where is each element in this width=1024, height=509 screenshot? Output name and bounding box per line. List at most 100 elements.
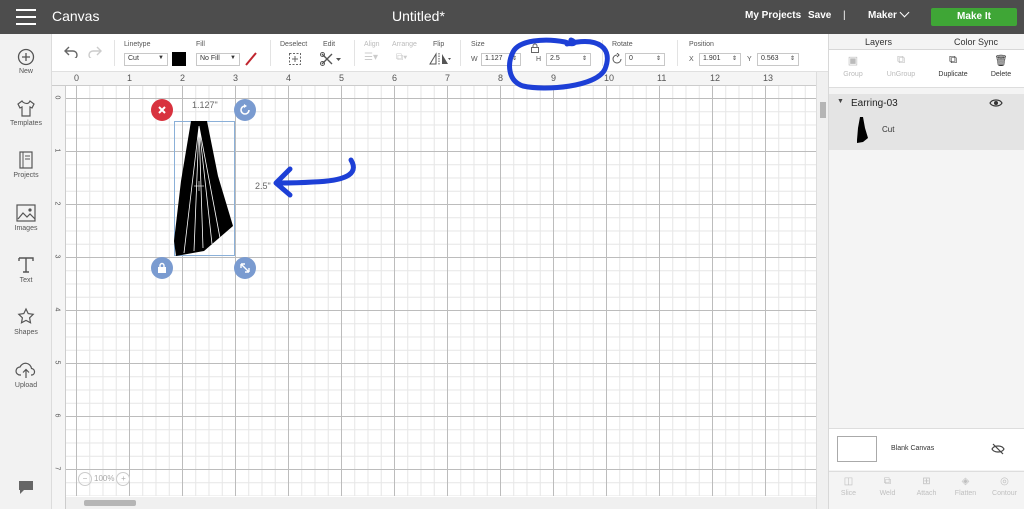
attach-icon: ⊞ <box>922 476 931 487</box>
y-label: Y <box>747 56 752 63</box>
arrange-icon[interactable]: ⧉▾ <box>396 52 407 63</box>
arrange-label: Arrange <box>392 41 417 48</box>
duplicate-label: Duplicate <box>938 71 968 78</box>
weld-label: Weld <box>879 490 896 497</box>
make-it-button[interactable]: Make It <box>931 8 1017 26</box>
delete-button[interactable]: 🗑 Delete <box>977 54 1024 78</box>
sidebar-label-text: Text <box>19 277 33 284</box>
eye-hidden-icon[interactable] <box>991 443 1005 455</box>
linetype-select[interactable]: Cut ▼ <box>124 53 168 66</box>
slice-icon: ◫ <box>843 476 854 487</box>
zoom-out-button[interactable]: − <box>78 472 92 486</box>
sidebar-label-templates: Templates <box>10 120 42 127</box>
horizontal-scrollbar[interactable] <box>66 497 816 509</box>
annotation-circle <box>507 37 610 91</box>
eye-icon[interactable] <box>989 98 1003 108</box>
contour-button[interactable]: ◎ Contour <box>985 476 1024 497</box>
ruler-number: 6 <box>392 73 398 83</box>
document-title[interactable]: Untitled* <box>392 8 445 24</box>
fill-color-icon[interactable] <box>244 52 258 66</box>
tab-color-sync[interactable]: Color Sync <box>954 37 998 47</box>
save-button[interactable]: Save <box>808 10 831 21</box>
edit-scissors-icon[interactable] <box>320 52 342 66</box>
toolbar-divider <box>354 40 355 66</box>
weld-button[interactable]: ⧉ Weld <box>868 476 907 497</box>
align-icon[interactable]: ☰▾ <box>364 52 378 63</box>
stepper-icon[interactable]: ⇕ <box>732 55 737 62</box>
contour-icon: ◎ <box>1000 476 1009 487</box>
lock-handle[interactable] <box>151 257 173 279</box>
undo-icon[interactable] <box>63 44 79 58</box>
layer-actions: ▣ Group ⧉ UnGroup ⧉ Duplicate 🗑 Delete <box>829 50 1024 88</box>
sidebar-item-projects[interactable]: Projects <box>0 150 52 179</box>
rotate-arrow-icon <box>240 104 250 115</box>
group-icon: ▣ <box>847 55 859 67</box>
delete-handle[interactable] <box>151 99 173 121</box>
ungroup-button[interactable]: ⧉ UnGroup <box>877 54 925 78</box>
ruler-number: 0 <box>53 95 61 100</box>
ungroup-label: UnGroup <box>886 71 916 78</box>
duplicate-button[interactable]: ⧉ Duplicate <box>929 54 977 78</box>
layer-thumbnail-icon <box>857 117 868 143</box>
resize-handle[interactable] <box>234 257 256 279</box>
attach-button[interactable]: ⊞ Attach <box>907 476 946 497</box>
chevron-down-icon[interactable] <box>899 7 910 18</box>
vertical-scrollbar[interactable] <box>816 72 828 509</box>
sidebar-item-upload[interactable]: Upload <box>0 360 52 389</box>
stepper-icon[interactable]: ⇕ <box>790 55 795 62</box>
rotate-handle[interactable] <box>234 99 256 121</box>
sidebar-item-templates[interactable]: Templates <box>0 98 52 127</box>
chat-button[interactable] <box>0 478 52 498</box>
sidebar-item-new[interactable]: New <box>0 48 52 75</box>
deselect-icon[interactable] <box>288 52 302 66</box>
rotate-label: Rotate <box>612 41 633 48</box>
blank-canvas-swatch[interactable] <box>837 436 877 462</box>
collapse-arrow-icon[interactable]: ▼ <box>837 98 844 105</box>
sidebar-item-text[interactable]: Text <box>0 255 52 284</box>
top-ruler: 0 1 2 3 4 5 6 7 8 9 10 11 12 13 <box>52 72 816 86</box>
panel-tabs: Layers Color Sync <box>829 34 1024 50</box>
scroll-thumb[interactable] <box>820 102 826 118</box>
blank-canvas-row[interactable]: Blank Canvas <box>829 428 1024 470</box>
sidebar-item-shapes[interactable]: Shapes <box>0 307 52 336</box>
rotate-field[interactable]: 0 ⇕ <box>625 53 665 66</box>
layer-item-name: Cut <box>882 125 895 134</box>
y-field[interactable]: 0.563 ⇕ <box>757 53 799 66</box>
earring-shape[interactable] <box>174 121 235 256</box>
flip-icon[interactable] <box>428 52 452 66</box>
ruler-number: 7 <box>53 466 61 471</box>
left-ruler: 0 1 2 3 4 5 6 7 <box>52 86 66 509</box>
chat-bubble-icon <box>19 481 33 494</box>
dropdown-arrow-icon: ▼ <box>158 55 164 61</box>
group-button[interactable]: ▣ Group <box>829 54 877 78</box>
toolbar-divider <box>114 40 115 66</box>
slice-button[interactable]: ◫ Slice <box>829 476 868 497</box>
hamburger-menu-icon[interactable] <box>16 9 36 25</box>
lock-icon <box>158 262 166 273</box>
layer-group-row[interactable]: ▼ Earring-03 Cut <box>829 94 1024 150</box>
machine-select[interactable]: Maker <box>868 10 897 21</box>
fill-select[interactable]: No Fill ▼ <box>196 53 240 66</box>
sidebar-item-images[interactable]: Images <box>0 203 52 232</box>
zoom-level: 100% <box>94 474 115 483</box>
rotate-value: 0 <box>629 55 633 62</box>
layer-bottom-actions: ◫ Slice ⧉ Weld ⊞ Attach ◈ Flatten ◎ Contour <box>829 471 1024 509</box>
ruler-number: 8 <box>498 73 504 83</box>
ruler-number: 0 <box>74 73 80 83</box>
zoom-in-button[interactable]: + <box>116 472 131 486</box>
redo-icon[interactable] <box>87 44 103 58</box>
shirt-icon <box>17 100 35 117</box>
linetype-value: Cut <box>128 55 139 62</box>
linetype-color-swatch[interactable] <box>172 52 186 66</box>
my-projects-link[interactable]: My Projects <box>745 10 801 21</box>
ruler-number: 12 <box>710 73 721 83</box>
scroll-thumb[interactable] <box>84 500 136 506</box>
ruler-number: 6 <box>53 413 61 418</box>
tab-layers[interactable]: Layers <box>865 37 892 47</box>
attach-label: Attach <box>916 490 937 497</box>
ruler-number: 11 <box>657 73 667 83</box>
x-field[interactable]: 1.901 ⇕ <box>699 53 741 66</box>
toolbar-divider <box>270 40 271 66</box>
flatten-button[interactable]: ◈ Flatten <box>946 476 985 497</box>
stepper-icon[interactable]: ⇕ <box>656 55 661 62</box>
